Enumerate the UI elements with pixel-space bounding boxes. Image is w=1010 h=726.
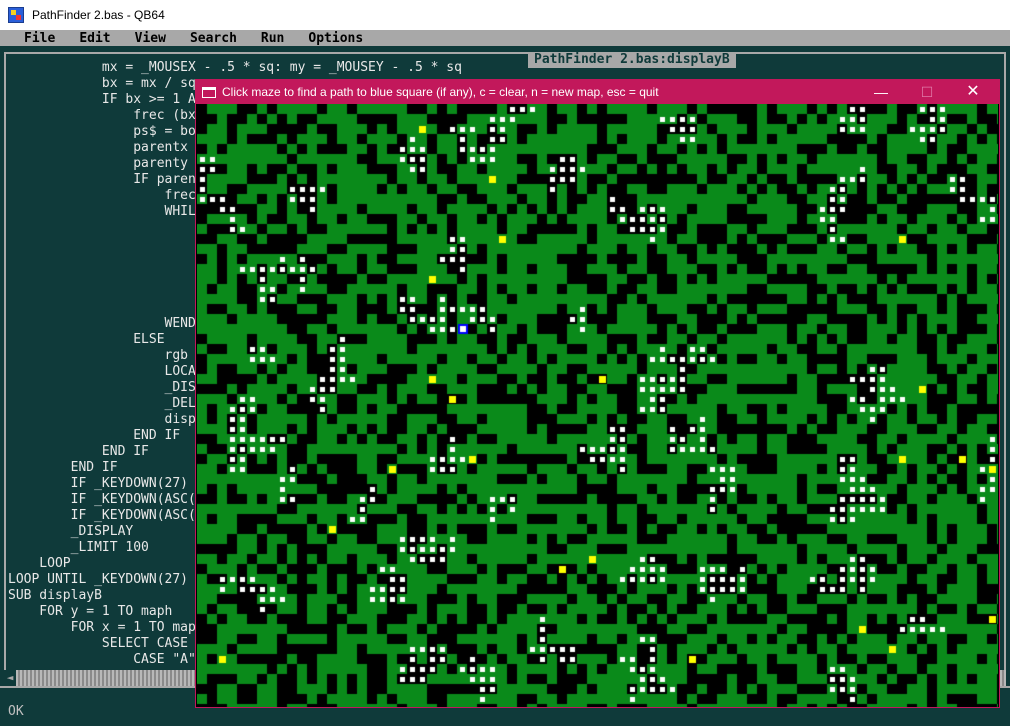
scroll-left-icon[interactable]: ◄: [4, 670, 16, 686]
maximize-button[interactable]: ☐: [904, 80, 950, 104]
code-line[interactable]: mx = _MOUSEX - .5 * sq: my = _MOUSEY - .…: [8, 60, 462, 76]
minimize-button[interactable]: —: [858, 80, 904, 104]
menu-search[interactable]: Search: [190, 31, 237, 46]
document-title: PathFinder 2.bas:displayB: [528, 52, 736, 68]
menu-edit[interactable]: Edit: [79, 31, 110, 46]
menu-bar: File Edit View Search Run Options: [0, 30, 1010, 46]
qb64-app-icon: [8, 7, 24, 23]
window-icon: [202, 86, 216, 98]
menu-run[interactable]: Run: [261, 31, 284, 46]
menu-view[interactable]: View: [135, 31, 166, 46]
menu-file[interactable]: File: [24, 31, 55, 46]
pathfinder-window[interactable]: Click maze to find a path to blue square…: [196, 80, 999, 707]
close-button[interactable]: ✕: [950, 80, 996, 104]
status-text: OK: [8, 704, 24, 719]
window-title: PathFinder 2.bas - QB64: [32, 8, 165, 22]
menu-options[interactable]: Options: [308, 31, 363, 46]
pathfinder-title-bar[interactable]: Click maze to find a path to blue square…: [196, 80, 999, 104]
maze-canvas[interactable]: [197, 104, 998, 707]
qb64-title-bar[interactable]: PathFinder 2.bas - QB64: [0, 0, 1010, 30]
pathfinder-title: Click maze to find a path to blue square…: [222, 85, 659, 99]
